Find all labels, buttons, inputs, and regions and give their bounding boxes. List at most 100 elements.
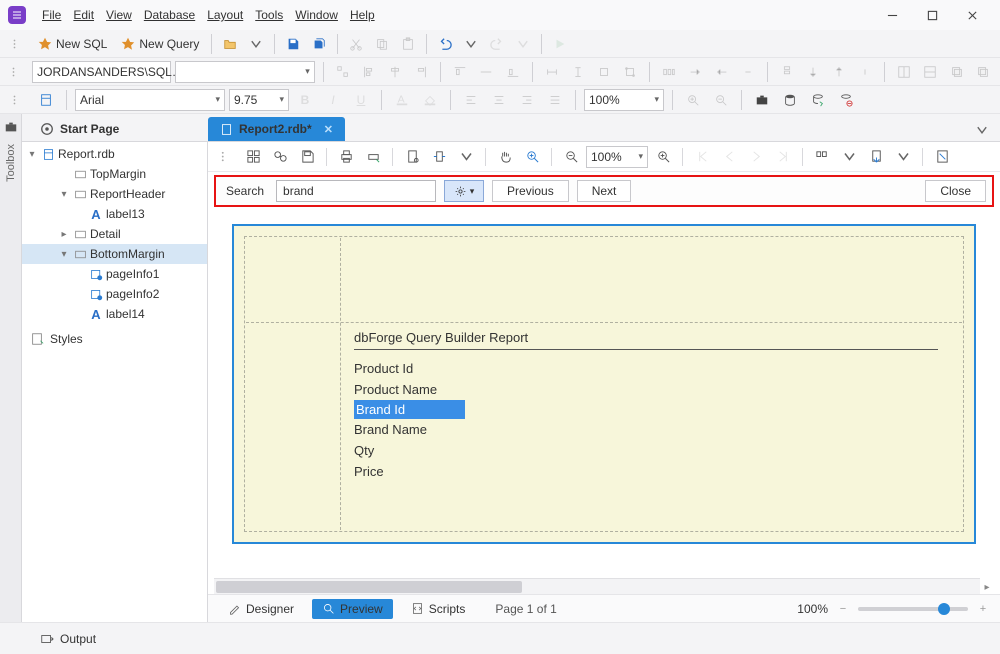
zoom-out-preview-icon[interactable] <box>559 146 583 168</box>
font-name-combo[interactable]: Arial▾ <box>75 89 225 111</box>
tree-item-topmargin[interactable]: TopMargin <box>22 164 207 184</box>
preview-zoom-combo[interactable]: 100%▾ <box>586 146 648 168</box>
report-field: Product Name <box>354 379 938 400</box>
search-close-button[interactable]: Close <box>925 180 986 202</box>
scale-icon[interactable] <box>427 146 451 168</box>
connection-combo[interactable]: JORDANSANDERS\SQL…▾ <box>32 61 171 83</box>
menu-tools[interactable]: Tools <box>249 4 289 26</box>
window-minimize[interactable] <box>872 1 912 29</box>
zoom-plus[interactable]: + <box>976 602 990 616</box>
database-icon[interactable] <box>778 89 802 111</box>
remove-db-icon[interactable] <box>834 89 858 111</box>
new-sql-button[interactable]: New SQL <box>32 33 113 55</box>
open-dropdown[interactable] <box>244 33 268 55</box>
report-field: Product Id <box>354 358 938 379</box>
document-viewport[interactable]: dbForge Query Builder Report Product IdP… <box>208 210 1000 578</box>
search-next-button[interactable]: Next <box>577 180 632 202</box>
menu-file[interactable]: File <box>36 4 67 26</box>
menu-window[interactable]: Window <box>289 4 344 26</box>
save-preview-icon[interactable] <box>295 146 319 168</box>
tree-item-label14[interactable]: Alabel14 <box>22 304 207 324</box>
open-folder-icon[interactable] <box>218 33 242 55</box>
tree-item-pageinfo1[interactable]: pageInfo1 <box>22 264 207 284</box>
report-wizard-icon[interactable] <box>34 89 58 111</box>
save-all-icon[interactable] <box>307 33 331 55</box>
quick-print-icon[interactable] <box>361 146 385 168</box>
window-maximize[interactable] <box>912 1 952 29</box>
hand-icon[interactable] <box>493 146 517 168</box>
menu-database[interactable]: Database <box>138 4 201 26</box>
save-icon[interactable] <box>281 33 305 55</box>
size-to-grid-icon <box>619 61 641 83</box>
multipage-dd[interactable] <box>837 146 861 168</box>
designer-tab[interactable]: Designer <box>218 599 304 619</box>
watermark-icon[interactable] <box>930 146 954 168</box>
search-label: Search <box>222 184 268 198</box>
search-options-button[interactable]: ▾ <box>444 180 484 202</box>
database-combo[interactable]: ▾ <box>175 61 314 83</box>
styles-button[interactable]: Styles <box>22 326 207 352</box>
scale-dd[interactable] <box>454 146 478 168</box>
tab-overflow-icon[interactable] <box>970 119 994 141</box>
tree-root[interactable]: ▾ Report.rdb <box>22 144 207 164</box>
font-toolbar: Arial▾ 9.75▾ B I U A 100%▾ <box>0 86 1000 114</box>
multipage-icon[interactable] <box>810 146 834 168</box>
vspace-dec-icon <box>828 61 850 83</box>
main-toolbar: New SQL New Query <box>0 30 1000 58</box>
tree-item-pageinfo2[interactable]: pageInfo2 <box>22 284 207 304</box>
report-field: Brand Id <box>354 400 465 419</box>
scripts-tab[interactable]: Scripts <box>401 599 476 619</box>
side-rail: Toolbox <box>0 114 22 622</box>
output-icon[interactable] <box>40 632 54 646</box>
preview-area: Report2.rdb*✕ 100%▾ <box>208 114 1000 622</box>
zoom-combo[interactable]: 100%▾ <box>584 89 664 111</box>
toolbox-rail-label[interactable]: Toolbox <box>5 140 17 186</box>
zoom-slider[interactable] <box>858 607 968 611</box>
bold-icon: B <box>293 89 317 111</box>
zoom-in-icon <box>681 89 705 111</box>
tree-item-bottommargin[interactable]: ▾BottomMargin <box>22 244 207 264</box>
undo-dropdown[interactable] <box>459 33 483 55</box>
tree-item-reportheader[interactable]: ▾ReportHeader <box>22 184 207 204</box>
search-previous-button[interactable]: Previous <box>492 180 569 202</box>
same-width-icon <box>541 61 563 83</box>
toolbox-briefcase-icon[interactable] <box>750 89 774 111</box>
menu-help[interactable]: Help <box>344 4 381 26</box>
tab-start-page[interactable]: Start Page <box>28 117 131 141</box>
zoom-minus[interactable]: − <box>836 602 850 616</box>
toolbox-rail-icon[interactable] <box>4 120 18 134</box>
thumbnails-icon[interactable] <box>241 146 265 168</box>
hspace-equal-icon <box>658 61 680 83</box>
text-left-icon <box>459 89 483 111</box>
grip-icon <box>214 146 238 168</box>
preview-tab[interactable]: Preview <box>312 599 393 619</box>
font-size-combo[interactable]: 9.75▾ <box>229 89 289 111</box>
export-icon[interactable] <box>864 146 888 168</box>
undo-icon[interactable] <box>433 33 457 55</box>
page-setup-icon[interactable] <box>400 146 424 168</box>
search-input[interactable] <box>276 180 436 202</box>
print-icon[interactable] <box>334 146 358 168</box>
vspace-remove-icon <box>854 61 876 83</box>
title-bar: File Edit View Database Layout Tools Win… <box>0 0 1000 30</box>
refresh-db-icon[interactable] <box>806 89 830 111</box>
vspace-equal-icon <box>776 61 798 83</box>
horizontal-scrollbar[interactable]: ▸ <box>214 578 980 594</box>
new-query-button[interactable]: New Query <box>115 33 205 55</box>
align-right-icon <box>410 61 432 83</box>
export-dd[interactable] <box>891 146 915 168</box>
find-icon[interactable] <box>268 146 292 168</box>
output-label[interactable]: Output <box>60 632 96 646</box>
zoom-in-preview2-icon[interactable] <box>651 146 675 168</box>
zoom-in-preview-icon[interactable] <box>520 146 544 168</box>
tree-item-detail[interactable]: ▸Detail <box>22 224 207 244</box>
tab-report[interactable]: Report2.rdb*✕ <box>208 117 345 141</box>
grip-icon <box>6 61 28 83</box>
window-close[interactable] <box>952 1 992 29</box>
send-back-icon <box>972 61 994 83</box>
tab-close-icon[interactable]: ✕ <box>324 123 333 136</box>
tree-item-label13[interactable]: Alabel13 <box>22 204 207 224</box>
menu-layout[interactable]: Layout <box>201 4 249 26</box>
menu-view[interactable]: View <box>100 4 138 26</box>
menu-edit[interactable]: Edit <box>67 4 100 26</box>
